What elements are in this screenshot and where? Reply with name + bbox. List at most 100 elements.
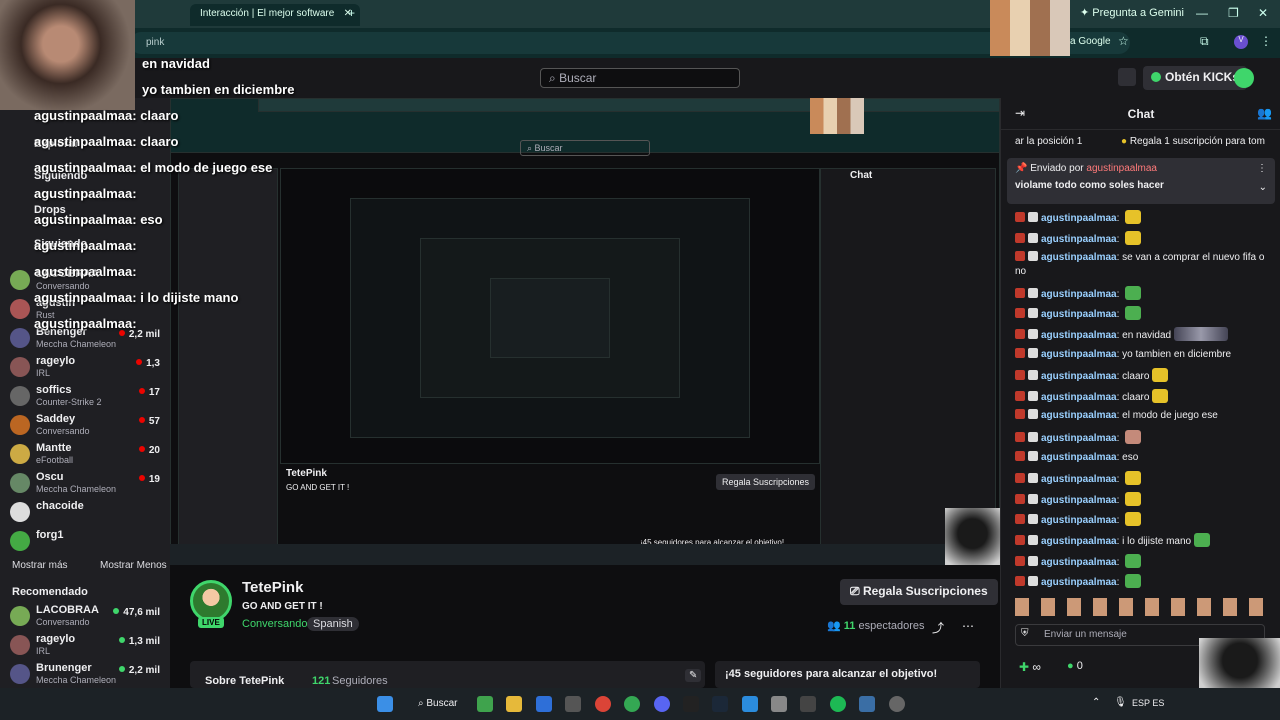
chat-message[interactable]: agustinpaalmaa: <box>1015 230 1277 247</box>
pinned-message[interactable]: 📌 Enviado por agustinpaalmaa violame tod… <box>1007 158 1275 204</box>
chat-username[interactable]: agustinpaalmaa <box>1041 536 1117 547</box>
app-icon[interactable] <box>536 696 552 712</box>
star-icon[interactable]: ☆ <box>1118 34 1129 48</box>
minimize-icon[interactable]: — <box>1196 6 1208 20</box>
discord-icon[interactable] <box>654 696 670 712</box>
chat-message[interactable]: agustinpaalmaa: el modo de juego ese <box>1015 409 1277 423</box>
chat-username[interactable]: agustinpaalmaa <box>1041 234 1117 245</box>
sidebar-channel[interactable]: Mantte eFootball 20 <box>10 442 160 470</box>
chat-message[interactable]: agustinpaalmaa: <box>1015 430 1277 446</box>
live-dot-icon <box>136 359 143 365</box>
recommended-channel[interactable]: rageylo IRL 1,3 mil <box>10 633 160 661</box>
close-window-icon[interactable]: ✕ <box>1258 6 1268 20</box>
collapse-chat-icon[interactable]: ⇥ <box>1015 106 1025 120</box>
chat-message[interactable]: agustinpaalmaa: <box>1015 574 1277 590</box>
epic-icon[interactable] <box>683 696 699 712</box>
pinned-menu-icon[interactable]: ⋮ <box>1257 163 1267 174</box>
layout-icon[interactable] <box>1118 68 1136 86</box>
chrome-icon[interactable] <box>595 696 611 712</box>
gift-subs-button[interactable]: ⎚ Regala Suscripciones <box>840 579 998 605</box>
sidebar-channel[interactable]: chacoide <box>10 500 160 528</box>
taskbar-search[interactable]: ⌕ Buscar <box>418 698 458 709</box>
chat-username[interactable]: agustinpaalmaa <box>1041 495 1117 506</box>
chat-username[interactable]: agustinpaalmaa <box>1041 252 1117 263</box>
chrome-active-icon[interactable] <box>624 696 640 712</box>
recommended-channel[interactable]: Brunenger Meccha Chameleon 2,2 mil <box>10 662 160 690</box>
streamer-name[interactable]: TetePink <box>242 579 303 596</box>
chat-message[interactable]: agustinpaalmaa: <box>1015 471 1277 487</box>
chat-message[interactable]: agustinpaalmaa: <box>1015 210 1277 226</box>
vscode-icon[interactable] <box>742 696 758 712</box>
emote-bar[interactable] <box>1015 598 1265 616</box>
chat-username[interactable]: agustinpaalmaa <box>1041 433 1117 444</box>
photos-icon[interactable] <box>859 696 875 712</box>
stream-category[interactable]: Conversando <box>242 618 307 630</box>
recommended-channel[interactable]: LACOBRAA Conversando 47,6 mil <box>10 604 160 632</box>
mic-icon[interactable]: 🎙 <box>1114 697 1127 708</box>
chat-username[interactable]: agustinpaalmaa <box>1041 515 1117 526</box>
edit-icon[interactable]: ✎ <box>685 669 702 682</box>
obs-icon[interactable] <box>800 696 816 712</box>
chat-username[interactable]: agustinpaalmaa <box>1041 213 1117 224</box>
minecraft-icon[interactable] <box>477 696 493 712</box>
chat-message[interactable]: agustinpaalmaa: <box>1015 553 1277 570</box>
steam-icon[interactable] <box>712 696 728 712</box>
sidebar-channel[interactable]: rageylo IRL 1,3 <box>10 355 160 383</box>
language-indicator[interactable]: ESP ES <box>1132 698 1164 708</box>
chat-username[interactable]: agustinpaalmaa <box>1041 557 1117 568</box>
spotify-icon[interactable] <box>830 696 846 712</box>
chat-username[interactable]: agustinpaalmaa <box>1041 577 1117 588</box>
store-icon[interactable] <box>771 696 787 712</box>
chat-username[interactable]: agustinpaalmaa <box>1041 371 1117 382</box>
chat-username[interactable]: agustinpaalmaa <box>1041 474 1117 485</box>
sidebar-channel[interactable]: Saddey Conversando 57 <box>10 413 160 441</box>
chat-message[interactable]: agustinpaalmaa: eso <box>1015 450 1277 465</box>
chat-message[interactable]: agustinpaalmaa: en navidad <box>1015 327 1277 343</box>
address-bar[interactable]: pink <box>130 32 1130 54</box>
new-tab-button[interactable]: + <box>348 6 355 20</box>
folder-icon[interactable] <box>506 696 522 712</box>
chat-message[interactable]: agustinpaalmaa: <box>1015 285 1277 302</box>
chat-username[interactable]: agustinpaalmaa <box>1041 349 1117 360</box>
video-player[interactable]: ⌕ Buscar Chat TetePink GO AND GET IT ! R… <box>170 98 1000 565</box>
expand-icon[interactable]: ⌄ <box>1259 182 1267 193</box>
chat-username[interactable]: agustinpaalmaa <box>1041 330 1117 341</box>
chat-message[interactable]: agustinpaalmaa: <box>1015 306 1277 322</box>
chat-username[interactable]: agustinpaalmaa <box>1041 289 1117 300</box>
get-kicks-button[interactable]: Obtén KICKs <box>1143 66 1248 90</box>
gift-ticker[interactable]: ● Regala 1 suscripción para tom <box>1121 136 1265 147</box>
chat-message[interactable]: agustinpaalmaa: claaro <box>1015 388 1277 405</box>
chat-username[interactable]: agustinpaalmaa <box>1041 309 1117 320</box>
chat-username[interactable]: agustinpaalmaa <box>1041 392 1117 403</box>
show-less-link[interactable]: Mostrar Menos <box>100 560 167 571</box>
browser-tab[interactable]: Interacción | El mejor software ✕ <box>190 4 360 26</box>
user-avatar[interactable] <box>1234 68 1254 88</box>
extensions-icon[interactable]: ⧉ <box>1200 34 1209 49</box>
settings-icon[interactable] <box>889 696 905 712</box>
unity-icon[interactable] <box>565 696 581 712</box>
maximize-icon[interactable]: ❐ <box>1228 6 1239 20</box>
chat-message[interactable]: agustinpaalmaa: i lo dijiste mano <box>1015 533 1277 549</box>
chat-message[interactable]: agustinpaalmaa: <box>1015 491 1277 508</box>
menu-icon[interactable]: ⋮ <box>1260 34 1272 48</box>
profile-avatar[interactable]: V <box>1234 35 1248 49</box>
sidebar-channel[interactable]: soffics Counter-Strike 2 17 <box>10 384 160 412</box>
tray-chevron-icon[interactable]: ⌃ <box>1092 697 1100 708</box>
show-more-link[interactable]: Mostrar más <box>12 560 68 571</box>
share-icon[interactable]: ⤴ <box>932 619 944 636</box>
chat-message[interactable]: agustinpaalmaa: <box>1015 512 1277 528</box>
chat-username[interactable]: agustinpaalmaa <box>1041 452 1117 463</box>
gemini-button[interactable]: ✦ Pregunta a Gemini <box>1080 6 1184 19</box>
chat-message[interactable]: agustinpaalmaa: se van a comprar el nuev… <box>1015 251 1277 279</box>
sidebar-channel[interactable]: forg1 <box>10 529 160 557</box>
sidebar-channel[interactable]: Oscu Meccha Chameleon 19 <box>10 471 160 499</box>
language-tag[interactable]: Spanish <box>307 617 359 631</box>
search-input[interactable]: ⌕ Buscar <box>540 68 740 88</box>
streamer-avatar[interactable] <box>190 580 232 622</box>
more-icon[interactable]: ⋯ <box>962 619 974 633</box>
chat-message[interactable]: agustinpaalmaa: yo tambien en diciembre <box>1015 347 1277 362</box>
users-icon[interactable]: 👥 <box>1257 106 1272 120</box>
chat-message[interactable]: agustinpaalmaa: claaro <box>1015 368 1277 384</box>
chat-username[interactable]: agustinpaalmaa <box>1041 410 1117 421</box>
windows-icon[interactable] <box>377 696 393 712</box>
